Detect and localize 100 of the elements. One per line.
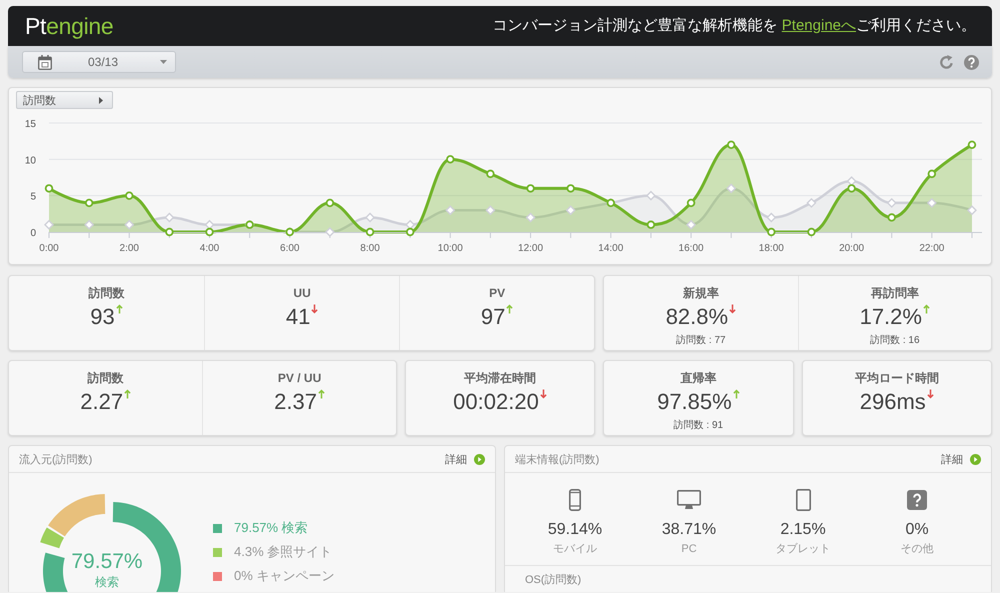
- stat-value: 93: [90, 303, 115, 331]
- device-label: タブレット: [776, 542, 830, 556]
- data-point: [526, 184, 535, 193]
- stat-value: 97.85%: [657, 388, 732, 416]
- data-point: [405, 220, 416, 230]
- data-point: [566, 184, 575, 193]
- promo-link[interactable]: Ptengineへ: [782, 17, 856, 34]
- x-axis-label: 22:00: [919, 243, 944, 254]
- data-point: [847, 184, 856, 193]
- donut-label: 検索: [95, 575, 119, 589]
- stat-label: PV: [489, 286, 506, 300]
- stat-label: 訪問数: [88, 371, 124, 385]
- stat-label: 平均ロード時間: [854, 371, 939, 385]
- data-point: [124, 220, 134, 230]
- data-point: [767, 228, 776, 236]
- stat-subtext: 訪問数 : 16: [870, 335, 920, 347]
- data-point: [727, 140, 736, 149]
- data-point: [966, 205, 977, 216]
- data-point: [44, 184, 54, 193]
- stat-label: 直帰率: [680, 371, 716, 385]
- data-point: [606, 198, 615, 208]
- device-share: 2.15%: [780, 520, 826, 540]
- device-share: 59.14%: [548, 520, 602, 540]
- y-axis-label: 0: [30, 228, 36, 239]
- caret-icon: [99, 96, 103, 104]
- stat-label: 新規率: [682, 286, 719, 300]
- data-point: [406, 228, 414, 236]
- stat-value: 2.37: [274, 388, 317, 416]
- panel-title: 流入元(訪問数): [19, 452, 92, 466]
- stat-value: 17.2%: [860, 303, 922, 331]
- data-point: [366, 228, 374, 236]
- details-link[interactable]: 詳細: [445, 452, 485, 466]
- stat-subtext: 訪問数 : 77: [676, 335, 726, 347]
- y-axis-label: 5: [30, 192, 36, 203]
- device-share: 0%: [905, 520, 929, 540]
- data-point: [968, 140, 976, 149]
- stat-value: 2.27: [80, 388, 124, 416]
- device-label: その他: [900, 542, 934, 556]
- tablet-icon: [796, 489, 810, 511]
- stat-label: PV / UU: [278, 371, 322, 385]
- help-icon[interactable]: [964, 54, 979, 70]
- x-axis-label: 8:00: [360, 243, 380, 254]
- data-point: [766, 212, 776, 222]
- data-point: [726, 183, 736, 194]
- stat-subtext: 訪問数 : 91: [674, 420, 724, 432]
- stat-value: 296ms: [860, 388, 926, 416]
- date-picker[interactable]: 03/13: [22, 51, 176, 73]
- data-point: [44, 220, 54, 230]
- y-axis-label: 15: [24, 119, 36, 130]
- data-point: [165, 228, 174, 236]
- data-point: [646, 190, 656, 201]
- device-share: 38.71%: [662, 520, 716, 540]
- stat-label: 訪問数: [88, 286, 125, 300]
- data-point: [84, 198, 94, 208]
- stat-value: 97: [480, 303, 506, 331]
- data-point: [686, 198, 696, 208]
- details-link[interactable]: 詳細: [941, 452, 981, 466]
- data-point: [286, 228, 294, 236]
- x-axis-label: 0:00: [39, 243, 59, 254]
- arrow-circle-icon: [474, 454, 485, 464]
- caret-icon: [160, 60, 167, 64]
- stat-value: 41: [286, 303, 310, 331]
- refresh-icon[interactable]: [939, 54, 954, 70]
- data-point: [365, 212, 376, 222]
- data-point: [245, 220, 254, 229]
- x-axis-label: 12:00: [518, 243, 544, 254]
- data-point: [486, 170, 495, 178]
- data-point: [928, 170, 936, 178]
- x-axis-label: 20:00: [839, 243, 864, 254]
- x-axis-label: 4:00: [200, 243, 220, 254]
- stat-label: UU: [293, 286, 311, 300]
- data-point: [926, 198, 937, 208]
- x-axis-label: 10:00: [438, 243, 463, 254]
- donut-value: 79.57%: [71, 549, 143, 575]
- metric-dropdown[interactable]: 訪問数: [16, 91, 113, 109]
- logo: Ptengine: [25, 12, 114, 40]
- x-axis-label: 2:00: [120, 243, 139, 254]
- question-icon: [907, 490, 927, 510]
- data-point: [806, 198, 816, 208]
- device-label: モバイル: [553, 542, 597, 556]
- data-point: [886, 198, 897, 208]
- data-point: [646, 220, 656, 229]
- data-point: [205, 228, 214, 236]
- monitor-icon: [677, 490, 701, 510]
- data-point: [204, 220, 214, 230]
- data-point: [445, 205, 456, 216]
- data-point: [446, 155, 454, 164]
- x-axis-label: 16:00: [678, 243, 704, 254]
- calendar-icon: [38, 54, 52, 70]
- data-point: [125, 191, 134, 200]
- data-point: [526, 212, 536, 222]
- x-axis-label: 6:00: [280, 243, 300, 254]
- x-axis-label: 18:00: [758, 243, 784, 254]
- device-label: PC: [681, 542, 697, 556]
- data-point: [686, 220, 696, 230]
- stat-label: 平均滞在時間: [464, 371, 536, 385]
- stat-value: 82.8%: [666, 303, 728, 331]
- arrow-circle-icon: [970, 454, 981, 464]
- promo-text: コンバージョン計測など豊富な解析機能を Ptengineへご利用ください。: [492, 16, 976, 36]
- data-point: [807, 228, 816, 236]
